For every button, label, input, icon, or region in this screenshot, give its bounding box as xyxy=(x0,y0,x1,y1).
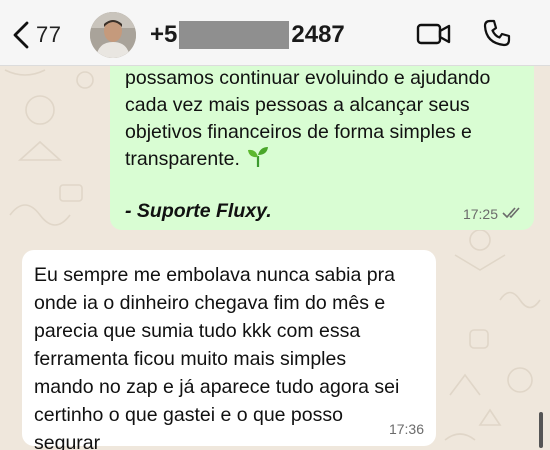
unread-count: 77 xyxy=(36,22,62,47)
message-body: possamos continuar evoluindo e ajudando … xyxy=(125,67,491,170)
contact-number-suffix: 2487 xyxy=(291,21,345,48)
back-button[interactable]: 77 xyxy=(12,18,61,52)
avatar-photo xyxy=(90,12,136,58)
contact-avatar[interactable] xyxy=(90,12,136,58)
chevron-left-icon xyxy=(12,21,30,49)
contact-number-prefix: +5 xyxy=(150,21,178,48)
message-signature: - Suporte Fluxy. xyxy=(125,200,272,222)
seedling-emoji xyxy=(246,146,270,176)
double-check-icon xyxy=(502,206,522,222)
scrollbar[interactable] xyxy=(539,412,543,448)
message-text: Eu sempre me embolava nunca sabia pra on… xyxy=(34,264,400,450)
redacted-number xyxy=(179,21,290,49)
voice-call-button[interactable] xyxy=(482,18,512,53)
outgoing-message[interactable]: possamos continuar evoluindo e ajudando … xyxy=(110,48,534,230)
video-call-button[interactable] xyxy=(416,20,452,53)
chat-header: 77 +5 2487 xyxy=(0,0,550,66)
phone-icon xyxy=(482,19,512,52)
message-meta: 17:25 xyxy=(463,206,522,222)
message-text: possamos continuar evoluindo e ajudando … xyxy=(125,65,525,176)
contact-name[interactable]: +5 2487 xyxy=(150,20,345,50)
message-time: 17:25 xyxy=(462,206,498,222)
video-camera-icon xyxy=(416,23,452,52)
incoming-message[interactable]: Eu sempre me embolava nunca sabia pra on… xyxy=(22,250,436,450)
message-time: 17:36 xyxy=(388,421,424,437)
